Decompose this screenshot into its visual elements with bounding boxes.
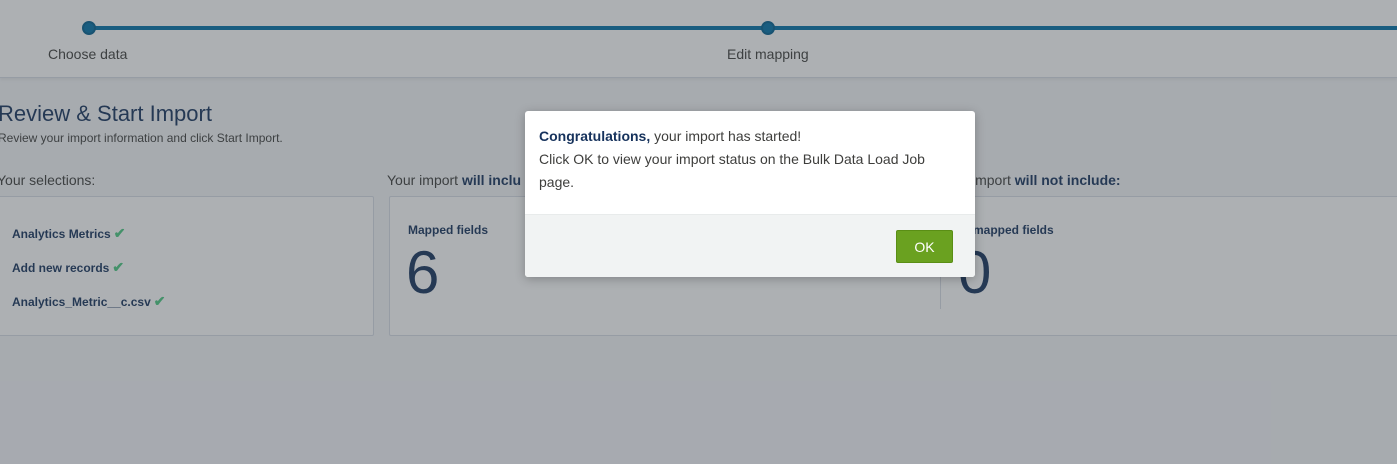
dialog-message: Click OK to view your import status on t… — [539, 151, 925, 190]
dialog-title-line: Congratulations, your import has started… — [539, 125, 961, 148]
dialog-body: Congratulations, your import has started… — [539, 125, 961, 194]
import-started-dialog: Congratulations, your import has started… — [525, 111, 975, 277]
ok-button[interactable]: OK — [896, 230, 953, 263]
dialog-footer: OK — [525, 214, 975, 277]
dialog-title-bold: Congratulations, — [539, 128, 651, 144]
dialog-title-rest: your import has started! — [650, 128, 802, 144]
